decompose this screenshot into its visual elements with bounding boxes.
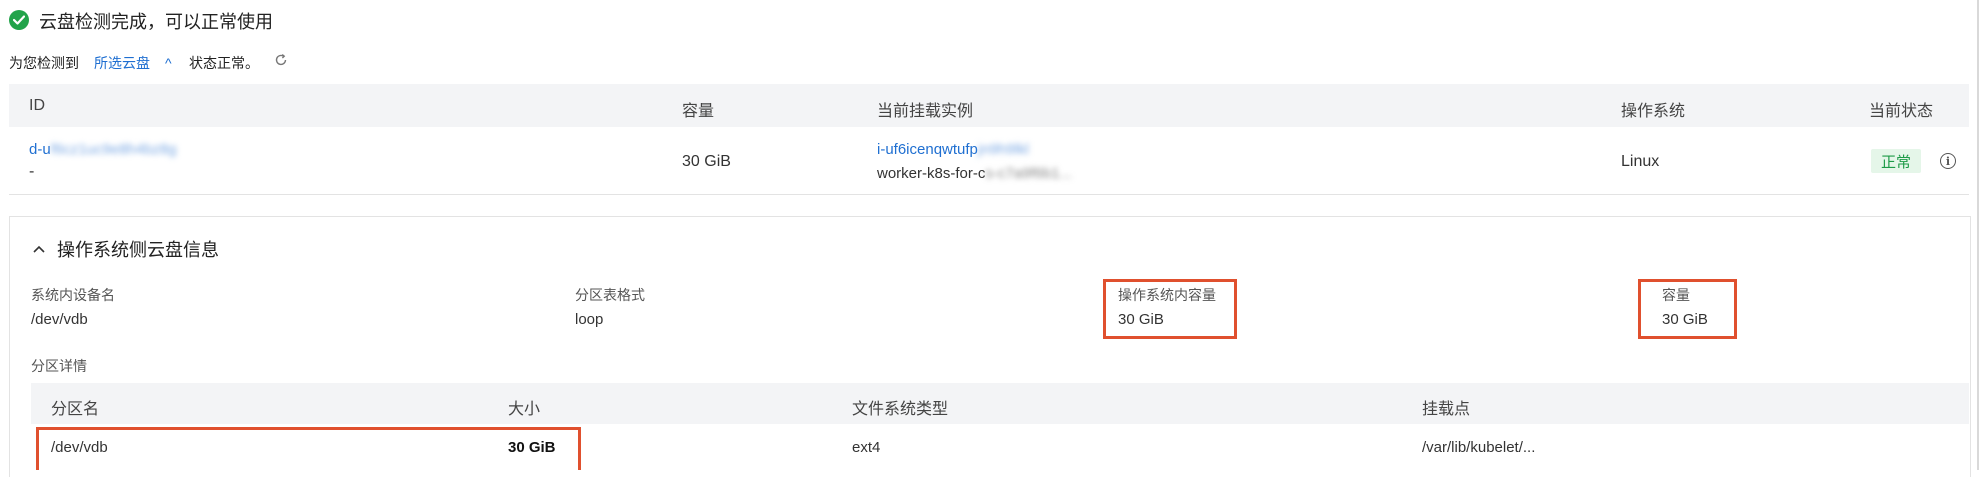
disk-id-link[interactable]: d-uf6cz1uc9e8h4bz8g — [29, 141, 177, 158]
device-name-value: /dev/vdb — [31, 311, 88, 328]
detect-prefix: 为您检测到 — [9, 55, 79, 71]
instance-name-masked: s-c7a9f6b1... — [985, 165, 1073, 182]
column-header-partition-name: 分区名 — [51, 401, 100, 418]
disk-os: Linux — [1621, 153, 1660, 170]
partition-table-header — [31, 383, 1969, 424]
highlight-capacity — [1638, 279, 1737, 339]
info-icon[interactable]: i — [1940, 153, 1956, 169]
device-name-label: 系统内设备名 — [31, 287, 115, 303]
column-header-capacity: 容量 — [682, 103, 715, 120]
chevron-up-icon[interactable]: ^ — [165, 55, 172, 71]
refresh-icon[interactable] — [274, 53, 288, 72]
partition-fs-type: ext4 — [852, 439, 881, 456]
partition-table-value: loop — [575, 311, 604, 328]
disk-capacity: 30 GiB — [682, 153, 731, 170]
disk-id-prefix[interactable]: d-u — [29, 141, 51, 158]
partition-details-title: 分区详情 — [31, 358, 87, 374]
selected-disk-link[interactable]: 所选云盘 — [94, 53, 150, 73]
column-header-instance: 当前挂载实例 — [877, 103, 974, 120]
partition-table-label: 分区表格式 — [575, 287, 645, 303]
highlight-os-capacity — [1103, 279, 1237, 339]
column-header-size: 大小 — [508, 401, 541, 418]
instance-name-prefix: worker-k8s-for-c — [877, 165, 986, 182]
column-header-mount-point: 挂载点 — [1422, 401, 1471, 418]
column-header-state: 当前状态 — [1869, 103, 1934, 120]
instance-id-link[interactable]: i-uf6icenqwtufpjn9h9lkl — [877, 141, 1029, 158]
row-divider — [9, 194, 1969, 195]
column-header-os: 操作系统 — [1621, 103, 1686, 120]
disk-id-masked: f6cz1uc9e8h4bz8g — [50, 141, 177, 158]
status-badge: 正常 — [1871, 149, 1921, 173]
status-title: 云盘检测完成，可以正常使用 — [39, 12, 273, 32]
detect-suffix: 状态正常。 — [189, 55, 259, 71]
disk-id-sub: - — [29, 163, 35, 180]
highlight-partition-row — [36, 427, 581, 470]
column-header-id: ID — [29, 97, 45, 114]
chevron-up-icon[interactable] — [33, 240, 45, 258]
instance-id-masked: jn9h9lkl — [977, 141, 1029, 158]
instance-id-prefix[interactable]: i-uf6icenqwtufp — [877, 141, 978, 158]
instance-name: worker-k8s-for-cs-c7a9f6b1... — [877, 165, 1072, 182]
partition-mount-point: /var/lib/kubelet/... — [1422, 439, 1536, 456]
column-header-fs-type: 文件系统类型 — [852, 401, 949, 418]
os-panel-title[interactable]: 操作系统侧云盘信息 — [57, 236, 219, 262]
check-circle-icon — [9, 10, 29, 30]
